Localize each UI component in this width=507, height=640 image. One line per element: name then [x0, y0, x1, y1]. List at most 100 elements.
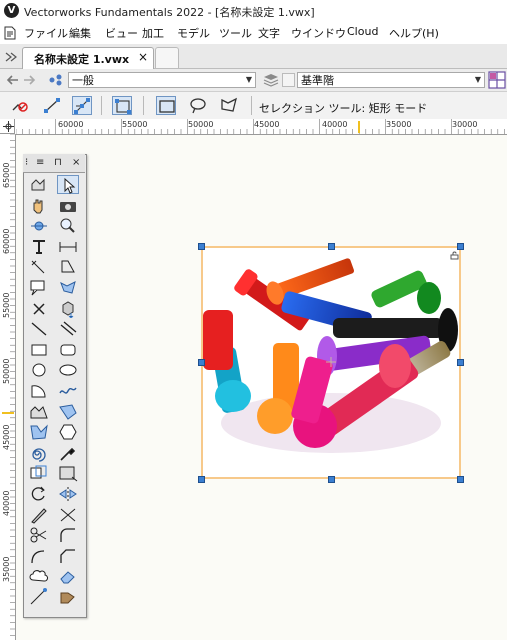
circle-tool-button[interactable] — [28, 360, 50, 379]
push-pull-tool-button[interactable] — [57, 299, 79, 318]
cloud-tool-button[interactable] — [28, 566, 50, 585]
palette-grip[interactable]: ⁝ — [25, 157, 28, 168]
class-visibility-icon[interactable] — [47, 73, 65, 87]
view-grid-icon[interactable] — [488, 71, 506, 89]
menu-tools[interactable]: ツール — [219, 25, 252, 41]
eyedropper-tool-button[interactable] — [57, 443, 79, 462]
disable-selection-button[interactable] — [10, 96, 30, 115]
lasso-marquee-button[interactable] — [188, 96, 208, 115]
resize-handle-bottom-right[interactable] — [457, 476, 464, 483]
resize-handle-right[interactable] — [457, 359, 464, 366]
cursor-position-marker — [2, 412, 14, 414]
layer-stack-icon[interactable] — [263, 73, 279, 87]
scissors-tool-button[interactable] — [28, 525, 50, 544]
clip-tool-button[interactable] — [57, 257, 79, 276]
menu-help[interactable]: ヘルプ(H) — [389, 25, 439, 41]
tab-close-button[interactable]: × — [138, 50, 148, 64]
chamfer-tool-button[interactable] — [57, 546, 79, 565]
palette-menu-button[interactable]: ≡ — [36, 157, 44, 168]
rotate-tool-button[interactable] — [28, 484, 50, 503]
text-tool-button[interactable] — [28, 237, 50, 256]
menu-modify[interactable]: 加工 — [142, 25, 164, 41]
menu-model[interactable]: モデル — [177, 25, 210, 41]
menu-file[interactable]: ファイル — [24, 25, 68, 41]
arc-tool-button[interactable] — [28, 381, 50, 400]
ruler-label: 30000 — [452, 120, 478, 129]
symbol-tool-button[interactable] — [57, 587, 79, 606]
fillet-tool-button[interactable] — [28, 175, 50, 194]
resize-mode-button[interactable] — [112, 96, 132, 115]
resize-handle-top-right[interactable] — [457, 243, 464, 250]
resize-handle-top-left[interactable] — [198, 243, 205, 250]
forward-arrow-icon[interactable] — [22, 73, 36, 87]
ruler-label: 40000 — [2, 490, 11, 516]
polygon-marquee-button[interactable] — [219, 96, 239, 115]
window-title: Vectorworks Fundamentals 2022 - [名称未設定 1… — [24, 6, 315, 19]
hexagon-tool-button[interactable] — [57, 422, 79, 441]
menu-view[interactable]: ビュー — [105, 25, 138, 41]
pan-tool-button[interactable] — [28, 196, 50, 215]
layer-select[interactable]: 基準階 — [297, 72, 485, 88]
delete-tool-button[interactable] — [28, 299, 50, 318]
resize-handle-left[interactable] — [198, 359, 205, 366]
fillet-corner-button[interactable] — [57, 525, 79, 544]
ruler-label: 55000 — [122, 120, 148, 129]
knife-tool-button[interactable] — [28, 505, 50, 524]
layer-options-button[interactable] — [282, 73, 295, 87]
resize-handle-bottom-left[interactable] — [198, 476, 205, 483]
polyline-tool-icon — [30, 405, 48, 419]
chevron-down-icon: ▼ — [474, 75, 482, 84]
rotate-tool-icon — [31, 486, 45, 501]
offset-tool-button[interactable] — [28, 463, 50, 482]
eraser-tool-button[interactable] — [57, 566, 79, 585]
class-select[interactable]: 一般 — [68, 72, 256, 88]
trim-tool-button[interactable] — [57, 505, 79, 524]
multiple-objects-mode-button[interactable] — [72, 96, 92, 115]
palette-pin-button[interactable]: ⊓ — [54, 157, 62, 168]
fillet-corner-icon — [60, 528, 75, 543]
menu-edit[interactable]: 編集 — [69, 25, 91, 41]
rounded-rectangle-tool-button[interactable] — [57, 340, 79, 359]
ruler-label: 50000 — [2, 358, 11, 384]
palette-close-button[interactable]: × — [72, 157, 80, 168]
angle-dimension-button[interactable] — [28, 257, 50, 276]
callout-tool-icon — [30, 280, 45, 296]
polyline-tool-button[interactable] — [28, 402, 50, 421]
spiral-tool-button[interactable] — [28, 443, 50, 462]
resize-handle-bottom[interactable] — [328, 476, 335, 483]
menu-text[interactable]: 文字 — [258, 25, 280, 41]
new-tab-button[interactable] — [155, 47, 179, 68]
chamfer-tool-icon — [60, 549, 75, 563]
hexagon-tool-icon — [59, 424, 77, 440]
menu-cloud[interactable]: Cloud — [347, 25, 378, 38]
locus-tool-button[interactable] — [28, 587, 50, 606]
resize-handle-top[interactable] — [328, 243, 335, 250]
oval-tool-button[interactable] — [57, 360, 79, 379]
flyover-tool-button[interactable] — [28, 216, 50, 235]
rectangle-tool-button[interactable] — [28, 340, 50, 359]
image-lock-icon — [450, 251, 459, 260]
shape-tool-icon — [30, 424, 48, 440]
document-menu-icon[interactable] — [4, 26, 16, 40]
callout-tool-button[interactable] — [28, 278, 50, 297]
tab-list-icon[interactable] — [4, 50, 18, 64]
camera-tool-button[interactable] — [57, 196, 79, 215]
rectangle-marquee-button[interactable] — [156, 96, 176, 115]
selection-tool-button[interactable] — [57, 175, 79, 194]
back-arrow-icon[interactable] — [6, 73, 20, 87]
reshape-tool-button[interactable] — [57, 278, 79, 297]
line-tool-button[interactable] — [28, 319, 50, 338]
connect-tool-button[interactable] — [28, 546, 50, 565]
zoom-tool-button[interactable] — [57, 216, 79, 235]
freehand-tool-button[interactable] — [57, 381, 79, 400]
polygon-marquee-icon — [221, 97, 237, 112]
menu-window[interactable]: ウインドウ — [291, 25, 346, 41]
mirror-tool-button[interactable] — [57, 484, 79, 503]
polygon-tool-button[interactable] — [57, 402, 79, 421]
attribute-mapping-button[interactable] — [57, 463, 79, 482]
dimension-tool-icon — [59, 241, 77, 252]
double-line-tool-button[interactable] — [57, 319, 79, 338]
single-object-mode-button[interactable] — [42, 96, 62, 115]
shape-tool-button[interactable] — [28, 422, 50, 441]
dimension-tool-button[interactable] — [57, 237, 79, 256]
